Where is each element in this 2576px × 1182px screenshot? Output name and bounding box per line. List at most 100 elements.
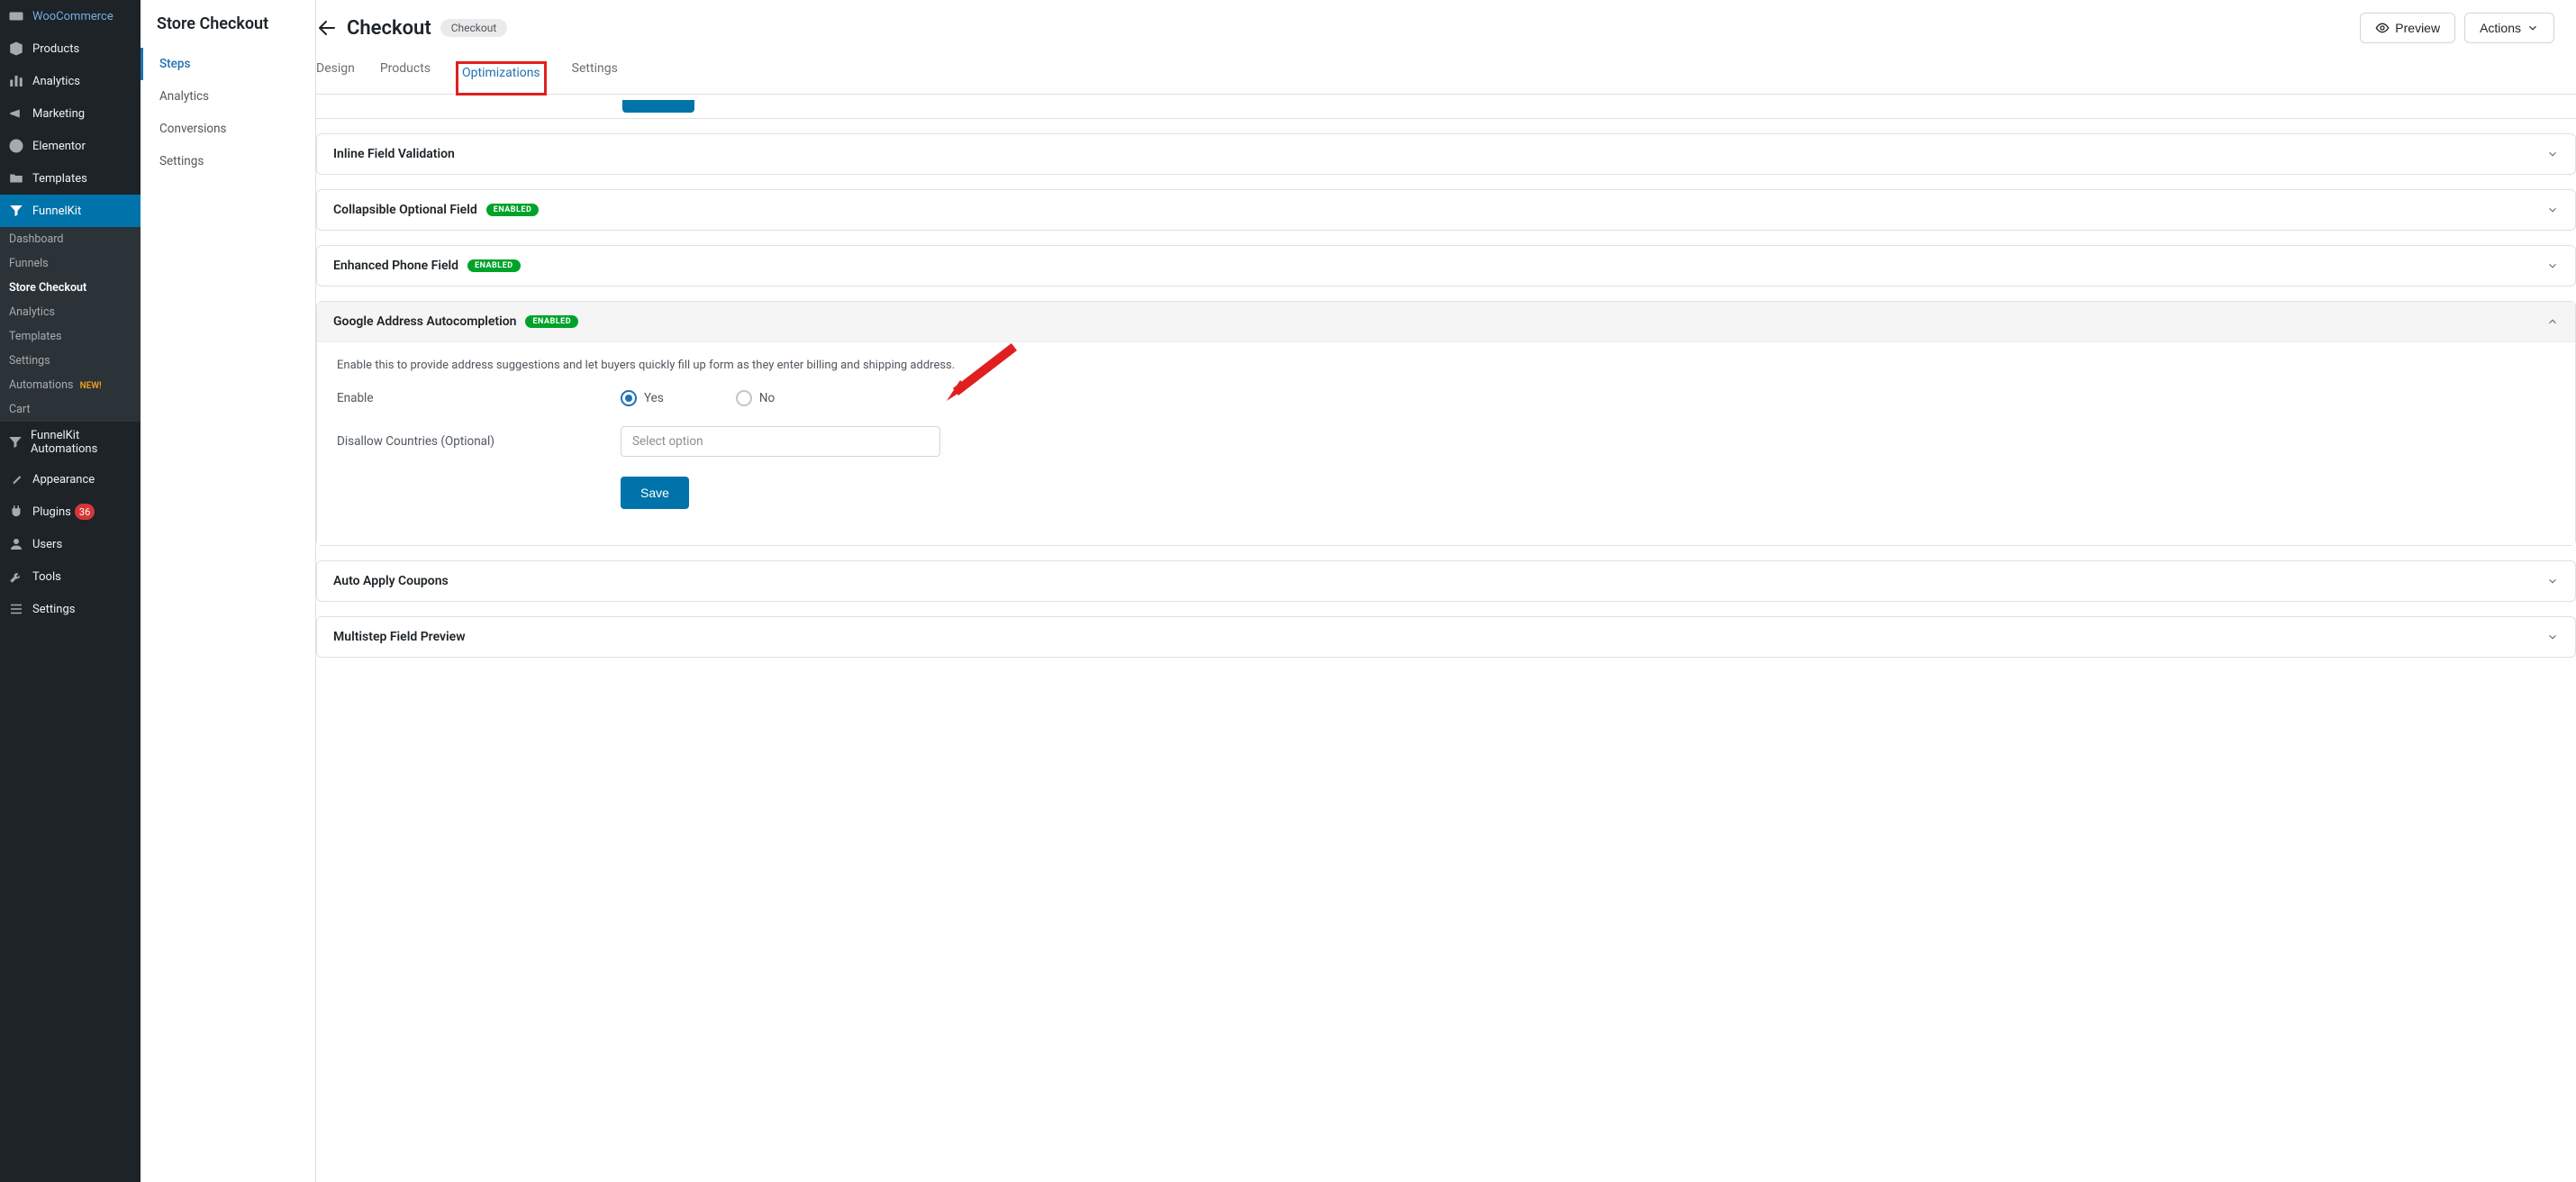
eye-icon — [2375, 21, 2390, 35]
plugin-count-badge: 36 — [75, 504, 95, 520]
enabled-badge: ENABLED — [525, 315, 578, 328]
new-badge: NEW! — [80, 381, 102, 391]
sec-item-analytics[interactable]: Analytics — [141, 80, 315, 113]
chevron-down-icon — [2546, 148, 2559, 160]
sidebar-funnelkit-automations[interactable]: FunnelKit Automations — [0, 422, 141, 463]
chevron-down-icon — [2526, 22, 2539, 34]
accordion-collapsible-optional: Collapsible Optional Field ENABLED — [316, 189, 2576, 231]
radio-no[interactable]: No — [736, 390, 775, 406]
chevron-down-icon — [2546, 631, 2559, 643]
save-button[interactable]: Save — [621, 477, 689, 509]
megaphone-icon — [7, 105, 25, 123]
accordion-title: Enhanced Phone Field — [333, 259, 458, 273]
actions-label: Actions — [2480, 21, 2521, 35]
preview-button[interactable]: Preview — [2360, 13, 2455, 43]
sidebar-label: Appearance — [32, 473, 95, 486]
sidebar-analytics[interactable]: Analytics — [0, 65, 141, 97]
box-icon — [7, 40, 25, 58]
chevron-down-icon — [2546, 259, 2559, 272]
preview-label: Preview — [2395, 21, 2440, 35]
radio-yes[interactable]: Yes — [621, 390, 664, 406]
accordion-header[interactable]: Auto Apply Coupons — [317, 561, 2575, 601]
submenu-label: Automations — [9, 378, 73, 392]
accordion-body: Enable this to provide address suggestio… — [317, 341, 2575, 545]
sidebar-label: Settings — [32, 603, 75, 616]
submenu-cart[interactable]: Cart — [0, 397, 141, 422]
sidebar-funnelkit[interactable]: FunnelKit — [0, 195, 141, 227]
sidebar-marketing[interactable]: Marketing — [0, 97, 141, 130]
sidebar-label: Elementor — [32, 140, 86, 153]
sidebar-label: Plugins — [32, 505, 71, 519]
sidebar-appearance[interactable]: Appearance — [0, 463, 141, 496]
actions-button[interactable]: Actions — [2464, 13, 2554, 43]
sidebar-settings[interactable]: Settings — [0, 593, 141, 625]
sidebar-elementor[interactable]: Elementor — [0, 130, 141, 162]
tabs: Design Products Optimizations Settings — [316, 43, 2576, 95]
tab-products[interactable]: Products — [380, 61, 431, 94]
radio-circle — [736, 390, 752, 406]
sec-item-conversions[interactable]: Conversions — [141, 113, 315, 145]
disallow-row: Disallow Countries (Optional) Select opt… — [337, 426, 2555, 457]
description-text: Enable this to provide address suggestio… — [337, 359, 2555, 372]
enable-row: Enable Yes No — [337, 390, 2555, 406]
chevron-up-icon — [2546, 315, 2559, 328]
tab-optimizations[interactable]: Optimizations — [456, 61, 547, 95]
sidebar-users[interactable]: Users — [0, 528, 141, 560]
submenu-automations[interactable]: Automations NEW! — [0, 373, 141, 397]
funnelkit-icon — [7, 202, 25, 220]
sidebar-label: FunnelKit Automations — [31, 429, 133, 456]
partial-button[interactable] — [622, 100, 694, 113]
submenu-dashboard[interactable]: Dashboard — [0, 227, 141, 251]
submenu-templates[interactable]: Templates — [0, 324, 141, 349]
sidebar-label: Users — [32, 538, 62, 551]
back-arrow-icon[interactable] — [316, 17, 338, 39]
bars-icon — [7, 72, 25, 90]
accordion-header[interactable]: Inline Field Validation — [317, 134, 2575, 174]
user-icon — [7, 535, 25, 553]
disallow-countries-select[interactable]: Select option — [621, 426, 940, 457]
sidebar-tools[interactable]: Tools — [0, 560, 141, 593]
plug-icon — [7, 503, 25, 521]
accordion-title: Multistep Field Preview — [333, 630, 466, 644]
submenu-analytics[interactable]: Analytics — [0, 300, 141, 324]
sliders-icon — [7, 600, 25, 618]
accordion-header[interactable]: Collapsible Optional Field ENABLED — [317, 190, 2575, 230]
brush-icon — [7, 470, 25, 488]
secondary-title: Store Checkout — [141, 14, 315, 48]
sec-item-steps[interactable]: Steps — [141, 48, 315, 80]
sec-item-settings[interactable]: Settings — [141, 145, 315, 177]
tab-settings[interactable]: Settings — [572, 61, 618, 94]
step-type-pill: Checkout — [440, 19, 508, 37]
automations-icon — [7, 433, 23, 451]
radio-yes-label: Yes — [644, 391, 664, 405]
sidebar-products[interactable]: Products — [0, 32, 141, 65]
secondary-sidebar: Store Checkout Steps Analytics Conversio… — [141, 0, 316, 1182]
woo-icon — [7, 7, 25, 25]
radio-circle-checked — [621, 390, 637, 406]
accordion-title: Auto Apply Coupons — [333, 574, 449, 588]
accordion-enhanced-phone: Enhanced Phone Field ENABLED — [316, 245, 2576, 286]
submenu-store-checkout[interactable]: Store Checkout — [0, 276, 141, 300]
accordion-header[interactable]: Google Address Autocompletion ENABLED — [317, 302, 2575, 341]
accordion-header[interactable]: Multistep Field Preview — [317, 617, 2575, 657]
accordion-inline-validation: Inline Field Validation — [316, 133, 2576, 175]
accordion-title: Collapsible Optional Field — [333, 203, 477, 217]
main-content: Checkout Checkout Preview Actions Design — [316, 0, 2576, 1182]
sidebar-label: FunnelKit — [32, 205, 81, 218]
enable-label: Enable — [337, 391, 621, 405]
accordion-auto-apply-coupons: Auto Apply Coupons — [316, 560, 2576, 602]
wp-admin-sidebar: WooCommerce Products Analytics Marketing… — [0, 0, 141, 1182]
sidebar-templates[interactable]: Templates — [0, 162, 141, 195]
wrench-icon — [7, 568, 25, 586]
sidebar-woocommerce[interactable]: WooCommerce — [0, 0, 141, 32]
tab-design[interactable]: Design — [316, 61, 355, 94]
accordion-multistep-preview: Multistep Field Preview — [316, 616, 2576, 658]
sidebar-label: WooCommerce — [32, 10, 113, 23]
submenu-settings[interactable]: Settings — [0, 349, 141, 373]
funnelkit-submenu: Dashboard Funnels Store Checkout Analyti… — [0, 227, 141, 422]
accordion-google-address: Google Address Autocompletion ENABLED En… — [316, 301, 2576, 546]
sidebar-plugins[interactable]: Plugins 36 — [0, 496, 141, 528]
submenu-funnels[interactable]: Funnels — [0, 251, 141, 276]
accordion-header[interactable]: Enhanced Phone Field ENABLED — [317, 246, 2575, 286]
sidebar-label: Analytics — [32, 75, 80, 88]
